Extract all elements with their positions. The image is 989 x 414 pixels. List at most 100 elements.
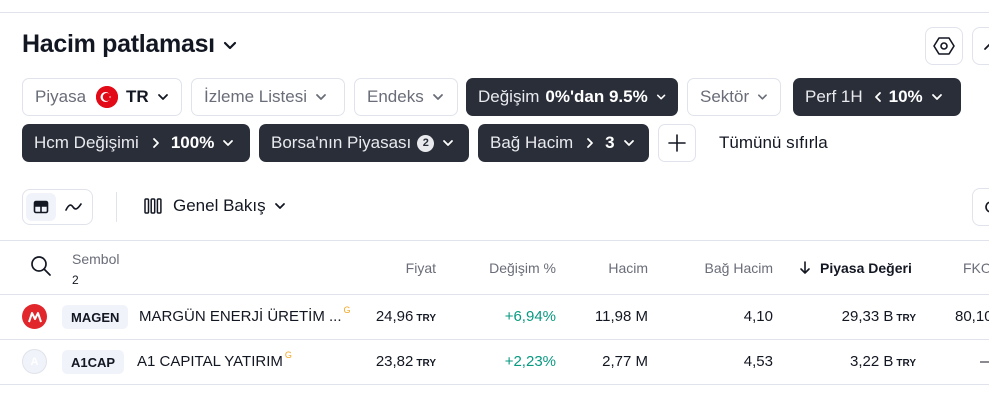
volume-cell: 2,77 M <box>602 353 648 370</box>
filter-volume-change[interactable]: Hcm Değişimi 100% <box>22 124 250 162</box>
chevron-right-icon <box>152 138 159 148</box>
filter-index[interactable]: Endeks <box>354 78 458 116</box>
chevron-down-icon <box>157 94 168 100</box>
rel-volume-cell: 4,53 <box>743 353 773 370</box>
columns-icon <box>144 198 162 214</box>
column-set-select[interactable]: Genel Bakış <box>143 196 286 216</box>
market-cap-cell: 3,22 B TRY <box>805 353 916 370</box>
filter-perf[interactable]: Perf 1H 10% <box>793 78 961 116</box>
refresh-icon <box>985 201 989 213</box>
rel-volume-cell: 4,10 <box>743 308 773 325</box>
settings-hexagon-icon <box>933 37 955 55</box>
change-cell: +2,23% <box>504 353 556 370</box>
reset-all-button[interactable]: Tümünü sıfırla <box>719 133 828 153</box>
symbol-count: 2 <box>72 273 79 287</box>
chevron-down-icon <box>223 140 234 146</box>
market-cap-cell: 29,33 B TRY <box>805 308 916 325</box>
chevron-down-icon <box>656 94 666 100</box>
filter-volume-change-value: 100% <box>170 133 215 152</box>
filter-market-label: Piyasa <box>35 87 87 106</box>
pe-cell: 80,10 <box>955 308 989 325</box>
chevron-down-icon <box>223 41 236 49</box>
ticker-badge[interactable]: MAGEN <box>62 305 129 329</box>
pe-cell: — <box>980 353 989 370</box>
chevron-down-icon <box>758 94 768 100</box>
column-set-label: Genel Bakış <box>173 196 266 215</box>
column-header-symbol[interactable]: Sembol <box>72 251 119 267</box>
price-currency: TRY <box>416 358 436 369</box>
flag-mark: G <box>284 350 292 360</box>
filter-perf-label: Perf 1H <box>805 87 863 106</box>
filter-market[interactable]: Piyasa TR <box>22 78 182 116</box>
column-header-price[interactable]: Fiyat <box>376 260 436 276</box>
sort-down-icon <box>800 261 810 274</box>
column-header-rel-volume[interactable]: Bağ Hacim <box>670 260 773 276</box>
column-header-market-cap[interactable]: Piyasa Değeri <box>798 260 912 276</box>
volume-cell: 11,98 M <box>594 308 648 325</box>
filter-market-country: TR <box>126 87 149 106</box>
top-divider <box>0 12 989 13</box>
row-divider <box>0 339 989 340</box>
a1cap-logo: A <box>22 349 47 374</box>
column-header-change[interactable]: Değişim % <box>466 260 556 276</box>
filter-index-label: Endeks <box>367 87 424 106</box>
table-view-icon <box>33 200 49 214</box>
market-cap-label: Piyasa Değeri <box>820 260 912 276</box>
filter-rel-volume[interactable]: Bağ Hacim 3 <box>478 124 649 162</box>
chevron-down-icon <box>274 203 285 209</box>
collapse-panel-button[interactable] <box>972 27 989 65</box>
view-mode-toggle <box>22 189 93 225</box>
add-filter-button[interactable] <box>658 124 696 162</box>
filter-change[interactable]: Değişim 0%'dan 9.5% <box>466 78 678 116</box>
filter-volume-change-label: Hcm Değişimi <box>34 133 139 152</box>
filter-change-value: 0%'dan 9.5% <box>545 87 648 106</box>
column-header-pe[interactable]: FKO <box>963 260 989 276</box>
view-divider <box>116 192 117 222</box>
price-currency: TRY <box>416 313 436 324</box>
filter-watchlist[interactable]: İzleme Listesi <box>191 78 345 116</box>
price-cell: 24,96 TRY <box>346 308 436 325</box>
filter-exchange-count: 2 <box>417 134 435 152</box>
ticker-badge[interactable]: A1CAP <box>62 350 125 374</box>
chevron-down-icon <box>931 94 942 100</box>
market-cap-currency: TRY <box>896 313 916 324</box>
column-header-volume[interactable]: Hacim <box>578 260 648 276</box>
market-cap-value: 29,33 B <box>841 308 894 325</box>
price-cell: 23,82 TRY <box>346 353 436 370</box>
filter-change-label: Değişim <box>478 87 540 106</box>
table-header-border <box>0 294 989 295</box>
market-cap-value: 3,22 B <box>849 353 894 370</box>
page-title: Hacim patlaması <box>22 30 215 58</box>
table-top-border <box>0 240 989 241</box>
row-divider <box>0 384 989 385</box>
chevron-right-icon <box>587 138 594 148</box>
magen-logo <box>22 304 47 329</box>
chevron-down-icon <box>432 94 443 100</box>
table-view-button[interactable] <box>26 193 56 221</box>
market-cap-currency: TRY <box>896 358 916 369</box>
plus-icon <box>668 134 686 152</box>
filter-exchange[interactable]: Borsa'nın Piyasası 2 <box>259 124 469 162</box>
filter-watchlist-label: İzleme Listesi <box>204 87 307 106</box>
filter-rel-volume-label: Bağ Hacim <box>490 133 574 152</box>
company-name[interactable]: A1 CAPITAL YATIRIM G <box>137 350 292 370</box>
turkey-flag-icon <box>96 86 119 108</box>
chart-view-button[interactable] <box>60 193 90 221</box>
filter-perf-value: 10% <box>888 87 923 106</box>
company-name-text: MARGÜN ENERJİ ÜRETİM ... <box>139 308 342 325</box>
price-value: 23,82 <box>375 353 414 370</box>
chevron-down-icon <box>316 94 326 100</box>
change-cell: +6,94% <box>504 308 556 325</box>
company-name[interactable]: MARGÜN ENERJİ ÜRETİM ... G <box>139 305 351 325</box>
refresh-button[interactable] <box>972 188 989 226</box>
screen-title-button[interactable]: Hacim patlaması <box>22 30 237 59</box>
chevron-down-icon <box>443 140 454 146</box>
price-value: 24,96 <box>375 308 414 325</box>
search-icon[interactable] <box>30 255 52 277</box>
chevron-left-icon <box>874 92 881 102</box>
filter-sector-label: Sektör <box>700 87 750 106</box>
chart-view-icon <box>65 203 83 211</box>
screener-settings-button[interactable] <box>925 27 963 65</box>
filter-sector[interactable]: Sektör <box>687 78 781 116</box>
filter-rel-volume-value: 3 <box>605 133 615 152</box>
